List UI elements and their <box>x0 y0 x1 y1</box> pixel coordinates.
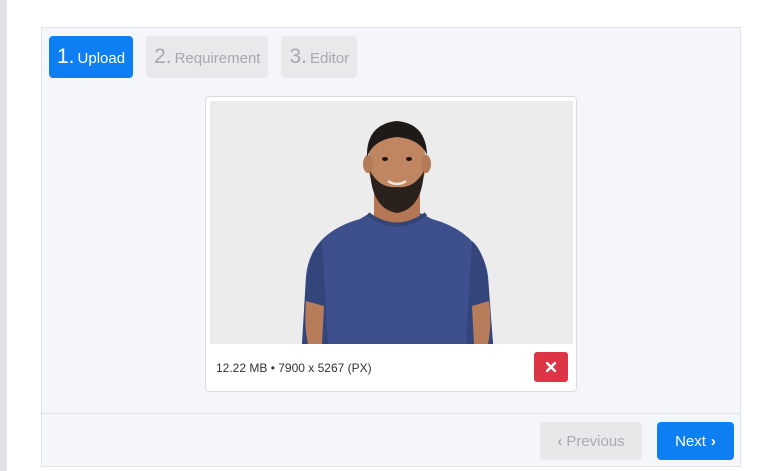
next-button[interactable]: Next › <box>657 422 734 460</box>
next-label: Next <box>675 432 706 450</box>
portrait-image <box>210 101 573 344</box>
step-requirement[interactable]: 2. Requirement <box>146 36 269 78</box>
left-scroll-edge <box>0 0 7 471</box>
step-number: 1. <box>57 45 75 68</box>
step-number: 3. <box>289 45 307 68</box>
chevron-right-icon: › <box>710 432 716 450</box>
uploaded-file-card: 12.22 MB • 7900 x 5267 (PX) <box>205 96 577 392</box>
wizard-steps: 1. Upload 2. Requirement 3. Editor <box>49 36 358 78</box>
step-upload[interactable]: 1. Upload <box>49 36 134 78</box>
chevron-left-icon: ‹ <box>557 432 563 450</box>
upload-wizard: 1. Upload 2. Requirement 3. Editor 12.22… <box>41 27 741 467</box>
uploaded-photo-preview <box>210 101 573 344</box>
close-icon <box>546 362 556 372</box>
remove-file-button[interactable] <box>534 352 568 382</box>
step-label: Editor <box>309 50 350 67</box>
previous-button[interactable]: ‹ Previous <box>540 422 642 460</box>
step-editor[interactable]: 3. Editor <box>281 36 358 78</box>
file-info-text: 12.22 MB • 7900 x 5267 (PX) <box>216 361 372 375</box>
step-label: Requirement <box>174 50 261 67</box>
step-number: 2. <box>154 45 172 68</box>
wizard-footer: ‹ Previous Next › <box>42 413 740 466</box>
step-label: Upload <box>77 50 126 67</box>
page: 1. Upload 2. Requirement 3. Editor 12.22… <box>0 0 768 471</box>
previous-label: Previous <box>566 432 625 450</box>
